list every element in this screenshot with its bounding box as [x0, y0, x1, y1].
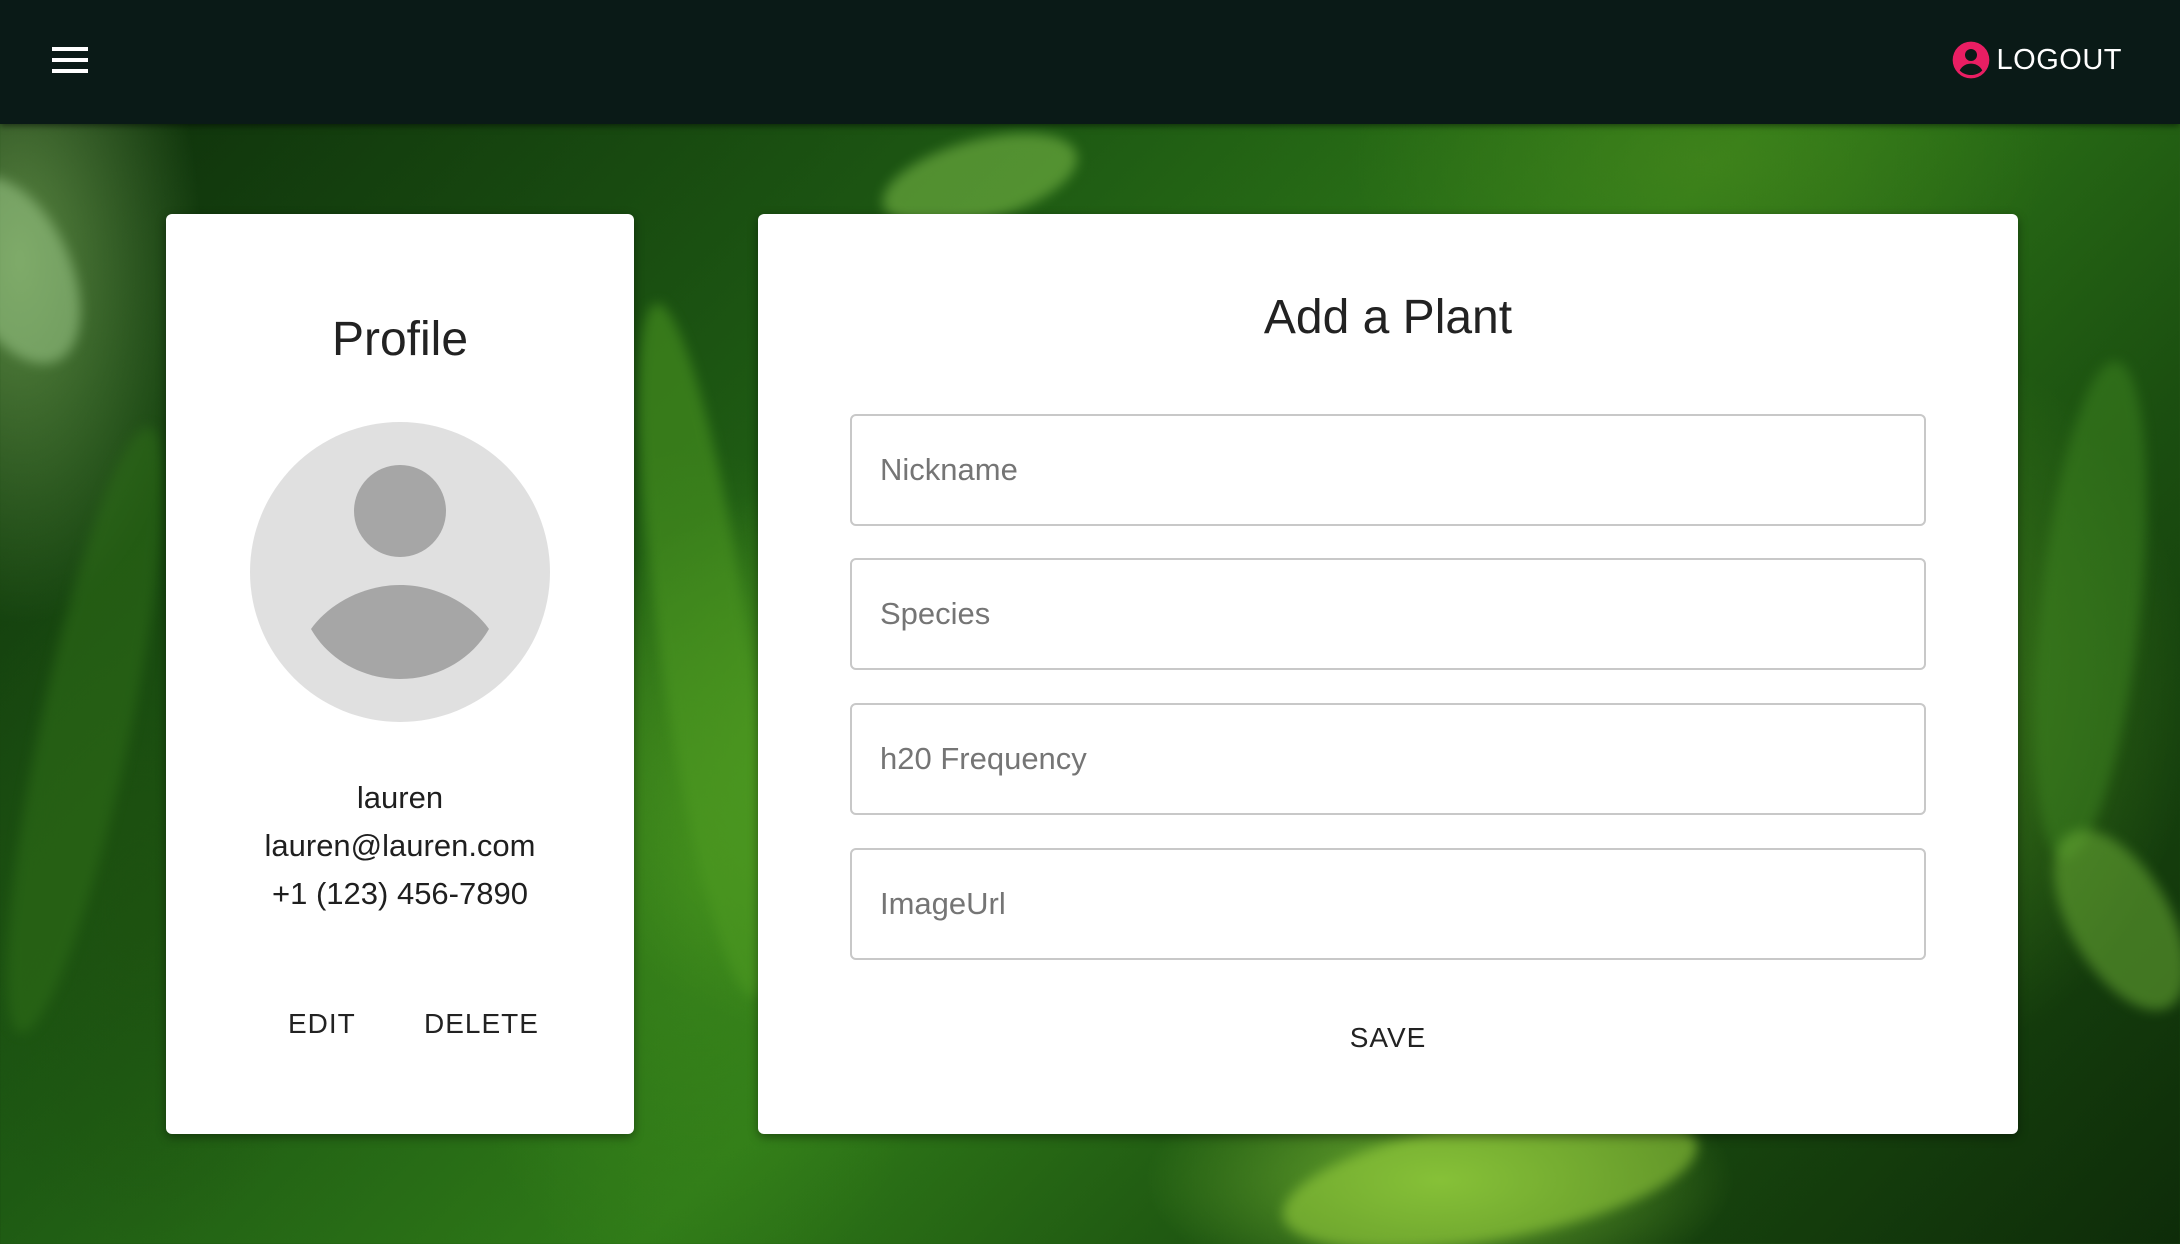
logout-label: LOGOUT — [1996, 43, 2122, 76]
image-url-field[interactable] — [850, 848, 1926, 960]
profile-phone: +1 (123) 456-7890 — [272, 876, 528, 911]
background-leaf — [0, 417, 194, 1043]
add-plant-title: Add a Plant — [1263, 291, 1513, 344]
edit-button[interactable]: EDIT — [276, 1000, 368, 1048]
nickname-input[interactable] — [852, 416, 1924, 524]
hamburger-menu-icon — [52, 47, 88, 51]
menu-button[interactable] — [36, 36, 104, 84]
species-field[interactable] — [850, 558, 1926, 670]
default-avatar-icon — [250, 422, 550, 722]
add-plant-card: Add a Plant SAVE — [758, 214, 2018, 1134]
background-leaf — [0, 156, 108, 384]
logout-button[interactable]: LOGOUT — [1951, 36, 2122, 84]
account-circle-icon — [1952, 41, 1989, 79]
species-input[interactable] — [852, 560, 1924, 668]
app-bar: LOGOUT — [0, 0, 2180, 124]
hamburger-menu-icon — [52, 58, 88, 62]
profile-title: Profile — [331, 313, 469, 366]
hamburger-menu-icon — [52, 69, 88, 73]
h2o-frequency-field[interactable] — [850, 703, 1926, 815]
profile-card: Profile lauren lauren@lauren.com +1 (123… — [166, 214, 634, 1134]
background-leaf — [2014, 356, 2166, 864]
profile-info: lauren lauren@lauren.com +1 (123) 456-78… — [166, 774, 634, 918]
save-button-row: SAVE — [758, 1022, 2018, 1054]
image-url-input[interactable] — [852, 850, 1924, 958]
h2o-frequency-input[interactable] — [852, 705, 1924, 813]
save-button[interactable]: SAVE — [1334, 1014, 1443, 1061]
nickname-field[interactable] — [850, 414, 1926, 526]
profile-email: lauren@lauren.com — [264, 828, 536, 863]
delete-button[interactable]: DELETE — [412, 1000, 551, 1048]
profile-username: lauren — [356, 780, 444, 815]
